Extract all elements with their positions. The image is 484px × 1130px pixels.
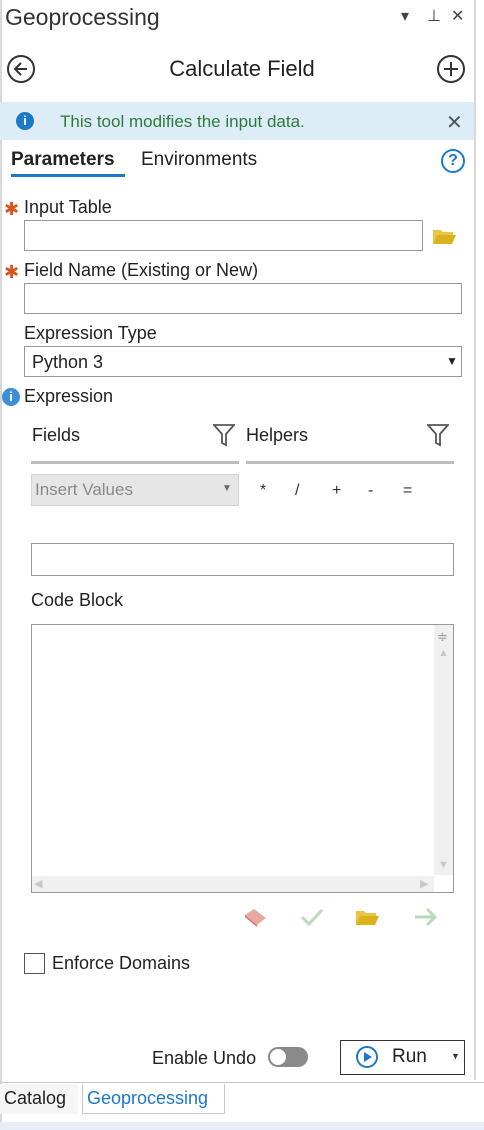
run-label: Run bbox=[392, 1046, 427, 1067]
run-dropdown-icon[interactable]: ▼ bbox=[451, 1051, 460, 1061]
help-icon[interactable]: ? bbox=[441, 149, 465, 173]
helpers-label: Helpers bbox=[246, 425, 309, 445]
split-handle-icon[interactable]: ≑ bbox=[437, 629, 448, 645]
required-marker-icon: ✱ bbox=[4, 199, 20, 219]
field-name-field[interactable] bbox=[24, 283, 462, 314]
expression-input[interactable] bbox=[31, 543, 454, 576]
close-pane-icon[interactable]: ✕ bbox=[451, 6, 464, 26]
enable-undo-toggle[interactable] bbox=[268, 1047, 308, 1067]
run-button[interactable]: Run ▼ bbox=[340, 1040, 465, 1075]
right-edge bbox=[474, 0, 476, 1080]
required-marker-icon: ✱ bbox=[4, 262, 20, 282]
tab-environments[interactable]: Environments bbox=[141, 149, 257, 171]
status-strip bbox=[0, 1122, 484, 1130]
bottom-divider bbox=[0, 1082, 484, 1083]
chevron-down-icon: ▼ bbox=[446, 354, 458, 368]
pane-title: Geoprocessing bbox=[5, 4, 160, 30]
code-block-editor[interactable] bbox=[31, 624, 454, 893]
tool-title: Calculate Field bbox=[169, 56, 315, 81]
insert-values-label: Insert Values bbox=[35, 480, 133, 499]
multiply-operator-button[interactable]: * bbox=[260, 482, 266, 500]
enforce-domains-checkbox[interactable] bbox=[24, 953, 45, 974]
bottom-tab-catalog[interactable]: Catalog bbox=[0, 1084, 78, 1114]
minus-operator-button[interactable]: - bbox=[368, 482, 373, 500]
insert-values-select[interactable]: Insert Values ▼ bbox=[31, 474, 239, 506]
verify-check-icon[interactable] bbox=[300, 907, 324, 927]
expression-type-value: Python 3 bbox=[32, 352, 104, 372]
browse-folder-icon[interactable] bbox=[432, 226, 457, 246]
code-block-label: Code Block bbox=[31, 590, 124, 610]
scroll-down-icon[interactable]: ▼ bbox=[438, 859, 449, 871]
fields-list[interactable] bbox=[31, 461, 239, 464]
expression-label: Expression bbox=[24, 386, 114, 406]
plus-operator-button[interactable]: + bbox=[332, 482, 341, 500]
pin-icon[interactable]: ⊥ bbox=[427, 6, 441, 26]
fields-label: Fields bbox=[32, 425, 81, 445]
plus-icon bbox=[444, 62, 458, 76]
load-code-folder-icon[interactable] bbox=[355, 907, 380, 927]
pane-menu-icon[interactable]: ▾ bbox=[401, 6, 409, 26]
input-table-label: Input Table bbox=[24, 197, 112, 217]
run-play-icon bbox=[356, 1046, 378, 1068]
input-table-field[interactable] bbox=[24, 220, 423, 251]
divide-operator-button[interactable]: / bbox=[295, 482, 299, 500]
field-name-label: Field Name (Existing or New) bbox=[24, 260, 259, 280]
scroll-right-icon[interactable]: ▶ bbox=[420, 877, 428, 890]
left-edge bbox=[0, 0, 2, 1130]
enforce-domains-label: Enforce Domains bbox=[52, 953, 191, 973]
expression-info-icon[interactable]: i bbox=[2, 388, 20, 406]
scroll-up-icon[interactable]: ▲ bbox=[438, 647, 449, 659]
code-block-horizontal-scrollbar[interactable]: ◀ ▶ bbox=[32, 876, 434, 892]
helpers-filter-icon[interactable] bbox=[427, 423, 449, 447]
add-to-favorites-button[interactable] bbox=[437, 55, 465, 83]
tab-parameters[interactable]: Parameters bbox=[11, 149, 115, 171]
equals-operator-button[interactable]: = bbox=[403, 482, 412, 500]
expression-type-select[interactable]: Python 3 ▼ bbox=[24, 346, 462, 377]
helpers-list[interactable] bbox=[246, 461, 454, 464]
bottom-tab-geoprocessing[interactable]: Geoprocessing bbox=[82, 1084, 225, 1114]
scroll-left-icon[interactable]: ◀ bbox=[34, 877, 42, 890]
fields-filter-icon[interactable] bbox=[213, 423, 235, 447]
active-tab-underline bbox=[11, 174, 125, 177]
code-block-vertical-scrollbar[interactable]: ≑ ▲ ▼ bbox=[434, 625, 453, 875]
eraser-icon[interactable] bbox=[242, 906, 268, 928]
enable-undo-label: Enable Undo bbox=[152, 1048, 257, 1068]
toggle-knob bbox=[270, 1049, 286, 1065]
expression-type-label: Expression Type bbox=[24, 323, 157, 343]
close-banner-icon[interactable]: ✕ bbox=[446, 110, 463, 135]
save-arrow-icon[interactable] bbox=[413, 906, 439, 928]
chevron-down-icon: ▼ bbox=[222, 483, 232, 494]
banner-text: This tool modifies the input data. bbox=[60, 112, 305, 131]
info-icon: i bbox=[16, 112, 34, 130]
